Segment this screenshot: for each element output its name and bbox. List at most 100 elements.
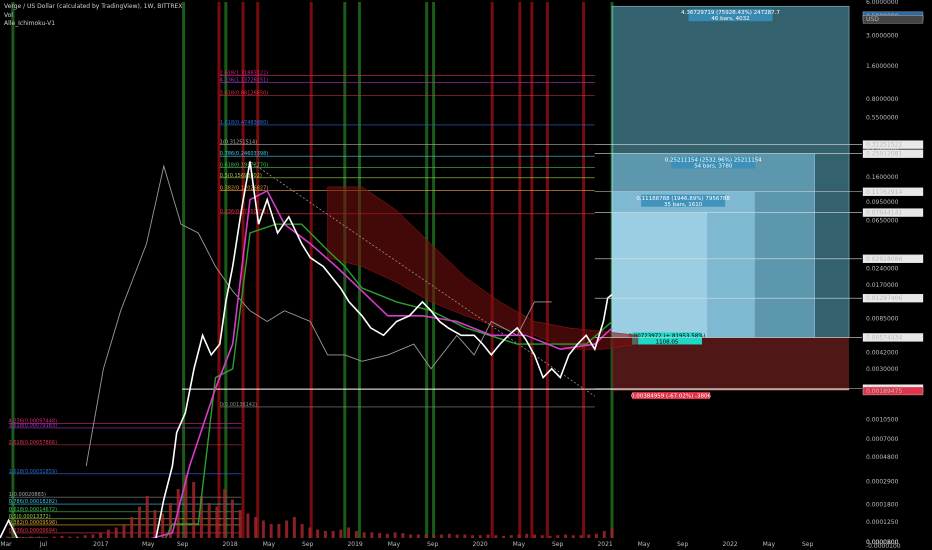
price-marker-label: 0.00574434 xyxy=(866,334,902,341)
trendline xyxy=(249,161,596,397)
x-axis-tick-label: Sep xyxy=(177,541,189,548)
x-axis-tick-label: Sep xyxy=(802,541,814,548)
volume-bar xyxy=(595,533,599,538)
y-axis-tick-label: 0.0030000 xyxy=(866,366,899,373)
volume-bar xyxy=(323,531,327,538)
y-axis-tick-label: 0.0042000 xyxy=(866,350,899,357)
volume-bar xyxy=(486,534,490,538)
volume-bar xyxy=(277,524,281,538)
volume-bar xyxy=(463,534,467,538)
volume-bar xyxy=(416,534,420,538)
volume-bar xyxy=(556,535,560,538)
x-axis-tick-label: Jul xyxy=(39,541,48,548)
volume-bar xyxy=(75,536,79,538)
volume-bar xyxy=(440,534,444,538)
stop-loss-zone xyxy=(612,337,850,392)
volume-bar xyxy=(354,531,358,538)
x-axis-tick-label: 2018 xyxy=(222,541,237,548)
y-axis-tick-label: 0.8000000 xyxy=(866,96,899,103)
volume-bar xyxy=(300,524,304,538)
volume-bar xyxy=(509,535,513,538)
y-axis-tick-label: 0.0001250 xyxy=(866,519,899,526)
projection-box xyxy=(611,212,708,338)
volume-bar xyxy=(424,534,428,538)
fib-level-label: 1(0.31251514) xyxy=(220,140,257,146)
volume-bar xyxy=(254,517,258,538)
fib-level-label: 1.618(0.00031859) xyxy=(9,469,57,475)
volume-bar xyxy=(207,503,211,538)
volume-bar xyxy=(6,536,10,538)
volume-bar xyxy=(192,482,196,538)
x-axis-tick-label: May xyxy=(263,541,276,548)
x-axis-tick-label: 2019 xyxy=(347,541,362,548)
volume-bar xyxy=(370,532,374,538)
x-axis-tick-label: Sep xyxy=(427,541,439,548)
fib-level-label: 1.618(0.47483880) xyxy=(220,120,268,126)
volume-bar xyxy=(37,536,41,538)
y-axis-tick-label: 0.0007000 xyxy=(866,436,899,443)
volume-bar xyxy=(579,535,583,538)
x-axis-tick-label: May xyxy=(638,541,651,548)
ichimoku-indicator-label: Alle_Ichimoku-V1 xyxy=(4,20,56,27)
x-axis-tick-label: May xyxy=(513,541,526,548)
volume-bar xyxy=(83,535,87,538)
y-axis-tick-label: 0.0004800 xyxy=(866,454,899,461)
price-marker-label: 0.02928086 xyxy=(866,256,902,263)
volume-bar xyxy=(153,510,157,538)
volume-bar xyxy=(610,527,614,538)
price-marker-label: 0.31251521 xyxy=(866,142,902,149)
chart-canvas[interactable]: 4.36729719 (75928.43%) 247287.746 bars, … xyxy=(0,0,932,550)
volume-bar xyxy=(525,533,529,538)
volume-bar xyxy=(29,536,33,538)
y-axis-tick-label: 0.0085000 xyxy=(866,316,899,323)
volume-bar xyxy=(269,524,273,538)
x-axis-tick-label: Sep xyxy=(677,541,689,548)
volume-bar xyxy=(564,534,568,538)
volume-bar xyxy=(347,527,351,538)
price-marker-label: 0.07644141 xyxy=(866,210,902,217)
volume-bar xyxy=(502,535,506,538)
y-axis-tick-label: 3.0000000 xyxy=(866,32,899,39)
volume-bar xyxy=(517,534,521,538)
price-marker-label: 0.00189475 xyxy=(866,388,902,395)
volume-bar xyxy=(44,537,48,538)
volume-bar xyxy=(308,527,312,538)
ichimoku-cloud xyxy=(327,186,639,350)
x-axis-tick-label: 2022 xyxy=(722,541,737,548)
fib-level-label: 0.382(0.00009598) xyxy=(9,520,57,526)
y-axis-tick-label: 1.6000000 xyxy=(866,63,899,70)
volume-bar xyxy=(145,496,149,538)
volume-bar xyxy=(540,535,544,538)
volume-bar xyxy=(230,499,234,538)
volume-bar xyxy=(385,533,389,538)
fib-level-label: 0.5(0.15698802) xyxy=(220,173,262,179)
volume-bar xyxy=(571,535,575,538)
volume-bar xyxy=(548,535,552,538)
volume-bar xyxy=(401,533,405,538)
volume-bar xyxy=(494,535,498,538)
x-axis-tick-label: May xyxy=(763,541,776,548)
projection-label-bars: 54 bars, 3780 xyxy=(694,164,733,170)
price-marker-label: USD xyxy=(866,16,879,23)
volume-bar xyxy=(393,532,397,538)
price-marker-label: 0.25912081 xyxy=(866,151,902,158)
volume-bar xyxy=(316,529,320,538)
volume-bar xyxy=(471,535,475,538)
fib-level-label: 0(0.00136142) xyxy=(220,402,257,408)
volume-bar xyxy=(21,537,25,538)
volume-bar xyxy=(223,489,227,538)
volume-bar xyxy=(533,534,537,538)
volume-bar xyxy=(106,529,110,538)
volume-bar xyxy=(285,520,289,538)
volume-bar xyxy=(587,534,591,538)
fib-level-label: 0.786(0.24603398) xyxy=(220,151,268,157)
volume-bar xyxy=(238,510,242,538)
y-axis-tick-label: 6.0000000 xyxy=(866,0,899,6)
fib-level-label: 0.236(0.00006694) xyxy=(9,528,57,534)
price-axis-panel xyxy=(862,0,932,550)
volume-bar xyxy=(602,531,606,538)
volume-bar xyxy=(114,527,118,538)
fib-level-label: 3.618(0.86126650) xyxy=(220,91,268,97)
y-axis-tick-label: 0.0010500 xyxy=(866,416,899,423)
projection-label-bars: 46 bars, 4032 xyxy=(711,16,749,22)
